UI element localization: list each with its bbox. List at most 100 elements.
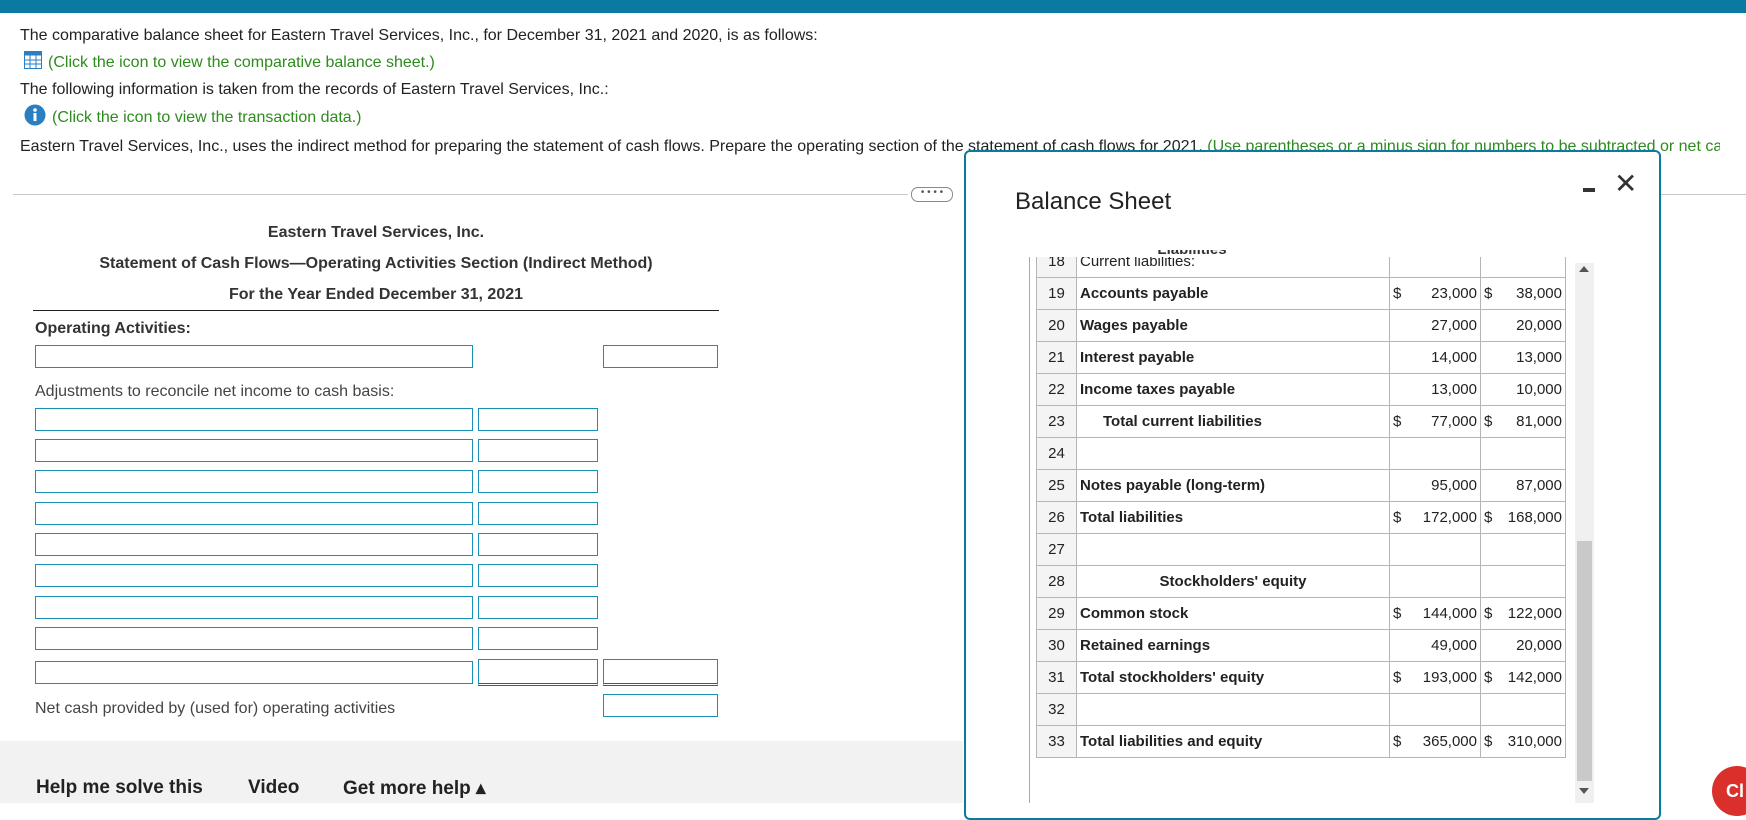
- scroll-down-icon[interactable]: [1579, 788, 1589, 794]
- video-button[interactable]: Video: [248, 777, 299, 799]
- value-2021-cell: [1389, 533, 1481, 566]
- info-icon[interactable]: [24, 104, 46, 131]
- scroll-up-icon[interactable]: [1579, 266, 1589, 272]
- currency-symbol: $: [1484, 509, 1493, 526]
- transaction-data-link[interactable]: (Click the icon to view the transaction …: [24, 104, 361, 131]
- net-cash-label: Net cash provided by (used for) operatin…: [35, 700, 396, 717]
- currency-symbol: $: [1484, 605, 1493, 622]
- adjustment-label-field[interactable]: [35, 661, 473, 684]
- statement-title: Statement of Cash Flows—Operating Activi…: [99, 255, 653, 272]
- amount-value: 87,000: [1516, 477, 1562, 494]
- row-label: Total liabilities: [1076, 501, 1390, 534]
- balance-sheet-row: 24: [1036, 437, 1566, 470]
- amount-value: 122,000: [1507, 605, 1562, 622]
- value-2021-cell: $144,000: [1389, 597, 1481, 630]
- get-more-help-button[interactable]: Get more help ▴: [343, 777, 486, 800]
- row-label: Current liabilities:: [1076, 257, 1390, 278]
- amount-value: 20,000: [1516, 637, 1562, 654]
- adjustment-label-field[interactable]: [35, 564, 473, 587]
- currency-symbol: $: [1484, 669, 1493, 686]
- amount-value: 49,000: [1431, 637, 1477, 654]
- liabilities-header-text: Liabilities: [1037, 250, 1347, 258]
- adjustment-label-field[interactable]: [35, 408, 473, 431]
- balance-sheet-row: 18 Current liabilities:: [1036, 257, 1566, 278]
- adjustment-amount-field[interactable]: [478, 533, 598, 556]
- adjustment-label-field[interactable]: [35, 470, 473, 493]
- balance-sheet-row: 19 Accounts payable $23,000 $38,000: [1036, 277, 1566, 310]
- table-icon[interactable]: [24, 51, 42, 74]
- row-label: Total liabilities and equity: [1076, 725, 1390, 758]
- currency-symbol: $: [1393, 669, 1402, 686]
- liabilities-header-partial: Liabilities: [1037, 250, 1347, 258]
- adjustment-amount-field[interactable]: [478, 659, 598, 686]
- total-adjustments-field[interactable]: [603, 659, 718, 686]
- value-2021-cell: 49,000: [1389, 629, 1481, 662]
- chat-button[interactable]: Cl: [1712, 766, 1746, 816]
- amount-value: 77,000: [1431, 413, 1477, 430]
- value-2020-cell: $310,000: [1480, 725, 1566, 758]
- more-button[interactable]: • • • •: [911, 187, 953, 202]
- net-income-label-field[interactable]: [35, 345, 473, 368]
- adjustment-label-field[interactable]: [35, 502, 473, 525]
- currency-symbol: $: [1393, 413, 1402, 430]
- row-number: 31: [1036, 661, 1077, 694]
- minimize-icon[interactable]: [1583, 188, 1595, 192]
- balance-sheet-row: 30 Retained earnings 49,000 20,000: [1036, 629, 1566, 662]
- scrollbar-thumb[interactable]: [1577, 541, 1592, 781]
- adjustment-amount-field[interactable]: [478, 470, 598, 493]
- amount-value: 13,000: [1431, 381, 1477, 398]
- balance-sheet-link-text[interactable]: (Click the icon to view the comparative …: [48, 54, 435, 72]
- value-2020-cell: 13,000: [1480, 341, 1566, 374]
- value-2020-cell: 20,000: [1480, 629, 1566, 662]
- adjustment-amount-field[interactable]: [478, 502, 598, 525]
- amount-value: 168,000: [1507, 509, 1562, 526]
- amount-value: 27,000: [1431, 317, 1477, 334]
- adjustment-label-field[interactable]: [35, 533, 473, 556]
- row-number: 26: [1036, 501, 1077, 534]
- help-me-solve-button[interactable]: Help me solve this: [36, 777, 203, 799]
- statement-period: For the Year Ended December 31, 2021: [228, 286, 524, 303]
- dialog-title: Balance Sheet: [1015, 188, 1172, 215]
- close-icon[interactable]: ✕: [1614, 170, 1637, 198]
- adjustment-label-field[interactable]: [35, 596, 473, 619]
- value-2021-cell: 95,000: [1389, 469, 1481, 502]
- row-label: Notes payable (long-term): [1076, 469, 1390, 502]
- net-income-amount-field[interactable]: [603, 345, 718, 368]
- row-number: 22: [1036, 373, 1077, 406]
- value-2020-cell: [1480, 693, 1566, 726]
- balance-sheet-row: 23 Total current liabilities $77,000 $81,00…: [1036, 405, 1566, 438]
- row-number: 27: [1036, 533, 1077, 566]
- operating-activities-label: Operating Activities:: [35, 320, 191, 337]
- transaction-data-link-text[interactable]: (Click the icon to view the transaction …: [52, 109, 361, 127]
- value-2021-cell: 13,000: [1389, 373, 1481, 406]
- adjustment-amount-field[interactable]: [478, 596, 598, 619]
- value-2020-cell: [1480, 533, 1566, 566]
- row-number: 21: [1036, 341, 1077, 374]
- value-2020-cell: $142,000: [1480, 661, 1566, 694]
- row-number: 25: [1036, 469, 1077, 502]
- divider-left: [13, 194, 908, 195]
- adjustment-amount-field[interactable]: [478, 564, 598, 587]
- currency-symbol: $: [1393, 509, 1402, 526]
- adjustment-label-field[interactable]: [35, 627, 473, 650]
- value-2020-cell: 10,000: [1480, 373, 1566, 406]
- intro-line-1: The comparative balance sheet for Easter…: [20, 27, 818, 44]
- amount-value: 193,000: [1422, 669, 1477, 686]
- adjustment-amount-field[interactable]: [478, 439, 598, 462]
- value-2020-cell: $122,000: [1480, 597, 1566, 630]
- balance-sheet-link[interactable]: (Click the icon to view the comparative …: [24, 51, 435, 74]
- balance-sheet-row: 28 Stockholders' equity: [1036, 565, 1566, 598]
- top-accent-bar: [0, 0, 1746, 13]
- row-label: Interest payable: [1076, 341, 1390, 374]
- net-cash-amount-field[interactable]: [603, 694, 718, 717]
- currency-symbol: $: [1484, 285, 1493, 302]
- currency-symbol: $: [1393, 285, 1402, 302]
- balance-sheet-row: 25 Notes payable (long-term) 95,000 87,000: [1036, 469, 1566, 502]
- adjustment-label-field[interactable]: [35, 439, 473, 462]
- balance-sheet-row: 26 Total liabilities $172,000 $168,000: [1036, 501, 1566, 534]
- adjustment-amount-field[interactable]: [478, 408, 598, 431]
- adjustment-amount-field[interactable]: [478, 627, 598, 650]
- amount-value: 23,000: [1431, 285, 1477, 302]
- value-2020-cell: $168,000: [1480, 501, 1566, 534]
- header-rule: [33, 310, 719, 311]
